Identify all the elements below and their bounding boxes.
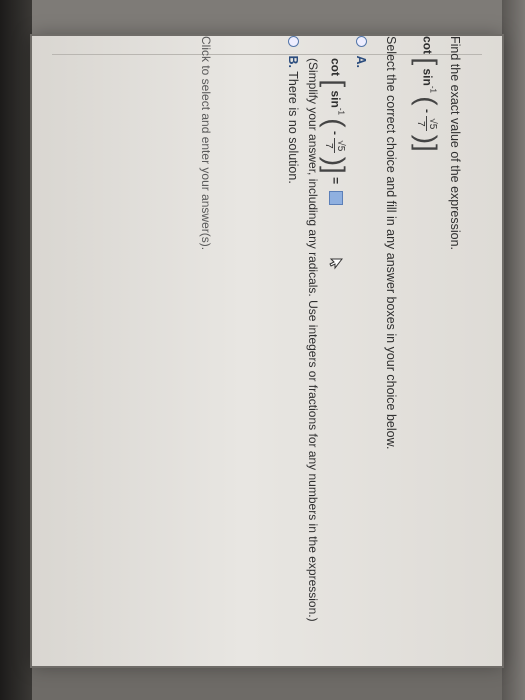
sign: - [420, 108, 435, 113]
right-paren: ) [411, 134, 443, 145]
option-a-label: A. [354, 55, 368, 68]
screen-top-edge [32, 0, 502, 36]
option-a-expression: cot [ sin-1 ( - √5 7 )] = [319, 58, 350, 270]
right-bracket: ] [319, 166, 351, 174]
radio-unselected-icon[interactable] [288, 36, 299, 47]
option-a-hint: (Simplify your answer, including any rad… [306, 58, 320, 622]
option-b[interactable]: B. There is no solution. [286, 36, 300, 184]
option-b-label: B. [286, 55, 300, 68]
instructions: Select the correct choice and fill in an… [384, 36, 398, 450]
left-bracket: [ [411, 57, 443, 66]
left-paren: ( [411, 96, 443, 106]
option-b-text: There is no solution. [286, 71, 300, 184]
fn-outer: cot [328, 58, 343, 76]
fraction-numerator: √5 [426, 116, 438, 132]
exponent: -1 [336, 107, 346, 115]
question-panel: Find the exact value of the expression. … [48, 36, 468, 666]
fraction-numerator: √5 [334, 138, 346, 154]
footer-hint: Click to select and enter your answer(s)… [199, 36, 213, 251]
screen-bottom-edge [32, 666, 502, 700]
device-bezel-right [502, 0, 525, 700]
fraction-denominator: 7 [323, 143, 334, 149]
question-expression: cot [ sin-1 ( - √5 7 )] [411, 36, 442, 152]
left-bracket: [ [319, 79, 351, 88]
mouse-cursor-icon [326, 258, 344, 270]
fn-outer: cot [420, 36, 435, 54]
sign: - [328, 130, 343, 135]
equals-sign: = [328, 177, 343, 185]
radio-unselected-icon[interactable] [356, 36, 367, 47]
right-bracket: ] [411, 144, 443, 152]
device-bezel-left [0, 0, 32, 700]
fraction: √5 7 [415, 116, 438, 132]
fraction-denominator: 7 [415, 121, 426, 127]
right-paren: ) [319, 156, 351, 167]
exponent: -1 [428, 85, 438, 93]
answer-input-box[interactable] [329, 190, 344, 205]
fraction: √5 7 [323, 138, 346, 154]
fn-inner: sin [420, 68, 435, 86]
option-a[interactable]: A. [354, 36, 368, 68]
left-paren: ( [319, 118, 351, 128]
question-prompt: Find the exact value of the expression. [448, 36, 462, 251]
fn-inner: sin [328, 90, 343, 108]
